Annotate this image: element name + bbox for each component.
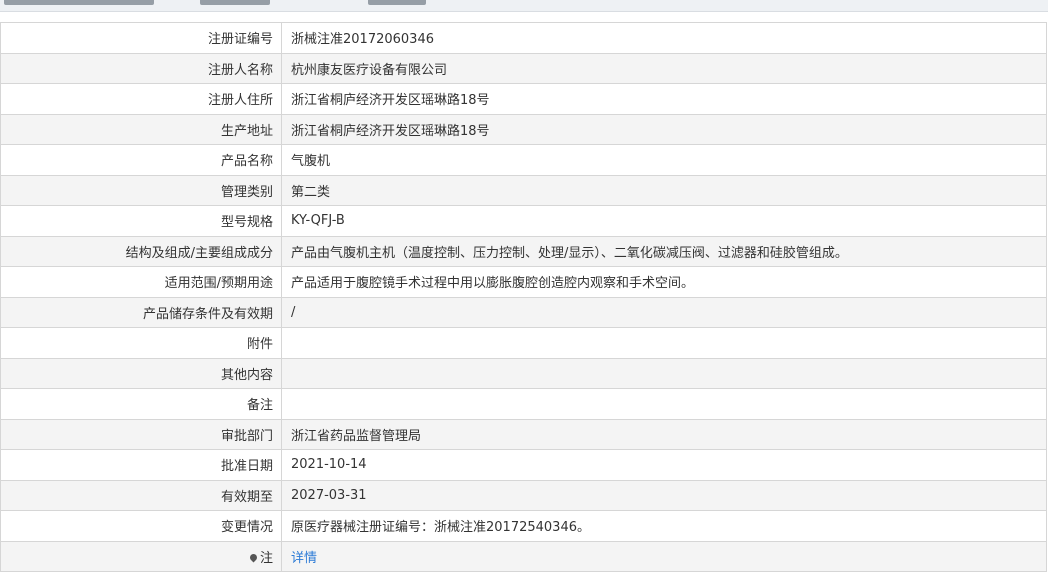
- row-value: [281, 357, 1047, 389]
- row-value: 第二类: [281, 174, 1047, 206]
- row-label: 注册人住所: [0, 83, 282, 115]
- row-label: 适用范围/预期用途: [0, 266, 282, 298]
- row-label: 产品名称: [0, 144, 282, 176]
- row-value: 浙江省药品监督管理局: [281, 418, 1047, 450]
- table-row: 管理类别 第二类: [0, 174, 1047, 206]
- row-value: 2027-03-31: [281, 479, 1047, 511]
- registration-detail-table: 注册证编号 浙械注准20172060346 注册人名称 杭州康友医疗设备有限公司 注册人…: [0, 22, 1047, 572]
- table-row-note: 注 详情: [0, 540, 1047, 572]
- row-value: /: [281, 296, 1047, 328]
- row-label: 审批部门: [0, 418, 282, 450]
- row-label: 产品储存条件及有效期: [0, 296, 282, 328]
- row-label: 批准日期: [0, 449, 282, 481]
- note-value-cell: 详情: [281, 540, 1047, 572]
- table-row: 注册人名称 杭州康友医疗设备有限公司: [0, 52, 1047, 84]
- row-value: [281, 327, 1047, 359]
- table-row: 产品储存条件及有效期 /: [0, 296, 1047, 328]
- row-value: 杭州康友医疗设备有限公司: [281, 52, 1047, 84]
- table-row: 结构及组成/主要组成成分 产品由气腹机主机（温度控制、压力控制、处理/显示）、二氧…: [0, 235, 1047, 267]
- row-value: 产品适用于腹腔镜手术过程中用以膨胀腹腔创造腔内观察和手术空间。: [281, 266, 1047, 298]
- row-value: 气腹机: [281, 144, 1047, 176]
- table-row: 审批部门 浙江省药品监督管理局: [0, 418, 1047, 450]
- row-value: 浙江省桐庐经济开发区瑶琳路18号: [281, 113, 1047, 145]
- table-row: 生产地址 浙江省桐庐经济开发区瑶琳路18号: [0, 113, 1047, 145]
- cut-off-tab[interactable]: [4, 0, 154, 5]
- row-label: 管理类别: [0, 174, 282, 206]
- row-value: 浙江省桐庐经济开发区瑶琳路18号: [281, 83, 1047, 115]
- pin-icon: [248, 552, 259, 563]
- row-label: 有效期至: [0, 479, 282, 511]
- row-label: 其他内容: [0, 357, 282, 389]
- table-row: 批准日期 2021-10-14: [0, 449, 1047, 481]
- row-label: 型号规格: [0, 205, 282, 237]
- table-row: 有效期至 2027-03-31: [0, 479, 1047, 511]
- row-label: 备注: [0, 388, 282, 420]
- note-label: 注: [259, 550, 273, 566]
- table-row: 型号规格 KY-QFJ-B: [0, 205, 1047, 237]
- table-row: 变更情况 原医疗器械注册证编号：浙械注准20172540346。: [0, 510, 1047, 542]
- table-row: 其他内容: [0, 357, 1047, 389]
- table-row: 注册人住所 浙江省桐庐经济开发区瑶琳路18号: [0, 83, 1047, 115]
- row-value: [281, 388, 1047, 420]
- top-nav-strip: [0, 0, 1048, 12]
- table-row: 附件: [0, 327, 1047, 359]
- row-value: KY-QFJ-B: [281, 205, 1047, 237]
- row-label: 注册人名称: [0, 52, 282, 84]
- cut-off-tab[interactable]: [200, 0, 270, 5]
- row-label: 注册证编号: [0, 22, 282, 54]
- cut-off-tab[interactable]: [368, 0, 426, 5]
- row-value: 浙械注准20172060346: [281, 22, 1047, 54]
- row-label: 生产地址: [0, 113, 282, 145]
- row-label: 变更情况: [0, 510, 282, 542]
- row-value: 产品由气腹机主机（温度控制、压力控制、处理/显示）、二氧化碳减压阀、过滤器和硅胶…: [281, 235, 1047, 267]
- row-value: 2021-10-14: [281, 449, 1047, 481]
- table-row: 适用范围/预期用途 产品适用于腹腔镜手术过程中用以膨胀腹腔创造腔内观察和手术空间。: [0, 266, 1047, 298]
- details-link[interactable]: 详情: [291, 551, 317, 566]
- row-label: 附件: [0, 327, 282, 359]
- table-row: 产品名称 气腹机: [0, 144, 1047, 176]
- row-label: 结构及组成/主要组成成分: [0, 235, 282, 267]
- row-value: 原医疗器械注册证编号：浙械注准20172540346。: [281, 510, 1047, 542]
- note-label-cell: 注: [0, 540, 282, 572]
- table-row: 注册证编号 浙械注准20172060346: [0, 22, 1047, 54]
- table-row: 备注: [0, 388, 1047, 420]
